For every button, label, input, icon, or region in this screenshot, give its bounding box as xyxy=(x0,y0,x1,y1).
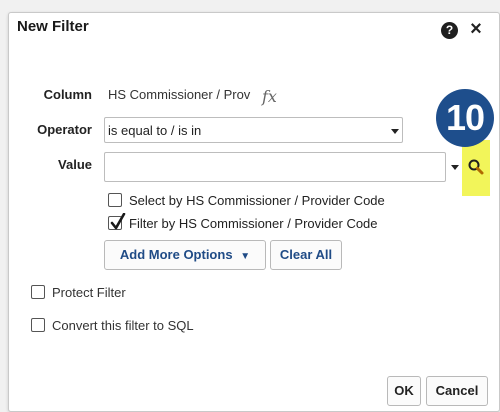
select-by-label: Select by HS Commissioner / Provider Cod… xyxy=(129,193,385,208)
fx-icon[interactable]: fx xyxy=(262,87,277,106)
value-dropdown-icon[interactable] xyxy=(451,165,459,170)
protect-filter-checkbox[interactable] xyxy=(31,285,45,299)
convert-sql-checkbox[interactable] xyxy=(31,318,45,332)
operator-label: Operator xyxy=(37,122,92,137)
step-number-badge: 10 xyxy=(436,89,494,147)
operator-select[interactable]: is equal to / is in xyxy=(104,117,403,143)
search-icon[interactable] xyxy=(467,158,485,176)
close-icon[interactable]: × xyxy=(466,18,486,40)
protect-filter-label: Protect Filter xyxy=(52,285,126,300)
cancel-button[interactable]: Cancel xyxy=(426,376,488,406)
ok-button[interactable]: OK xyxy=(387,376,421,406)
convert-sql-label: Convert this filter to SQL xyxy=(52,318,194,333)
value-label: Value xyxy=(58,157,92,172)
dropdown-triangle-icon: ▼ xyxy=(240,251,251,262)
add-more-options-label: Add More Options xyxy=(119,247,233,262)
operator-selected-value: is equal to / is in xyxy=(108,123,202,138)
dialog-title: New Filter xyxy=(17,18,89,35)
checkmark-icon xyxy=(110,213,126,230)
value-input[interactable] xyxy=(104,152,446,182)
filter-by-label: Filter by HS Commissioner / Provider Cod… xyxy=(129,216,378,231)
new-filter-dialog xyxy=(8,12,500,412)
add-more-options-button[interactable]: Add More Options ▼ xyxy=(104,240,266,270)
chevron-down-icon xyxy=(391,129,399,134)
column-value: HS Commissioner / Prov xyxy=(108,87,251,102)
help-icon[interactable]: ? xyxy=(441,22,458,39)
filter-by-checkbox[interactable] xyxy=(108,213,126,230)
column-label: Column xyxy=(43,87,92,102)
fx-icon-text: fx xyxy=(262,87,277,106)
clear-all-button[interactable]: Clear All xyxy=(270,240,342,270)
select-by-checkbox[interactable] xyxy=(108,193,122,207)
